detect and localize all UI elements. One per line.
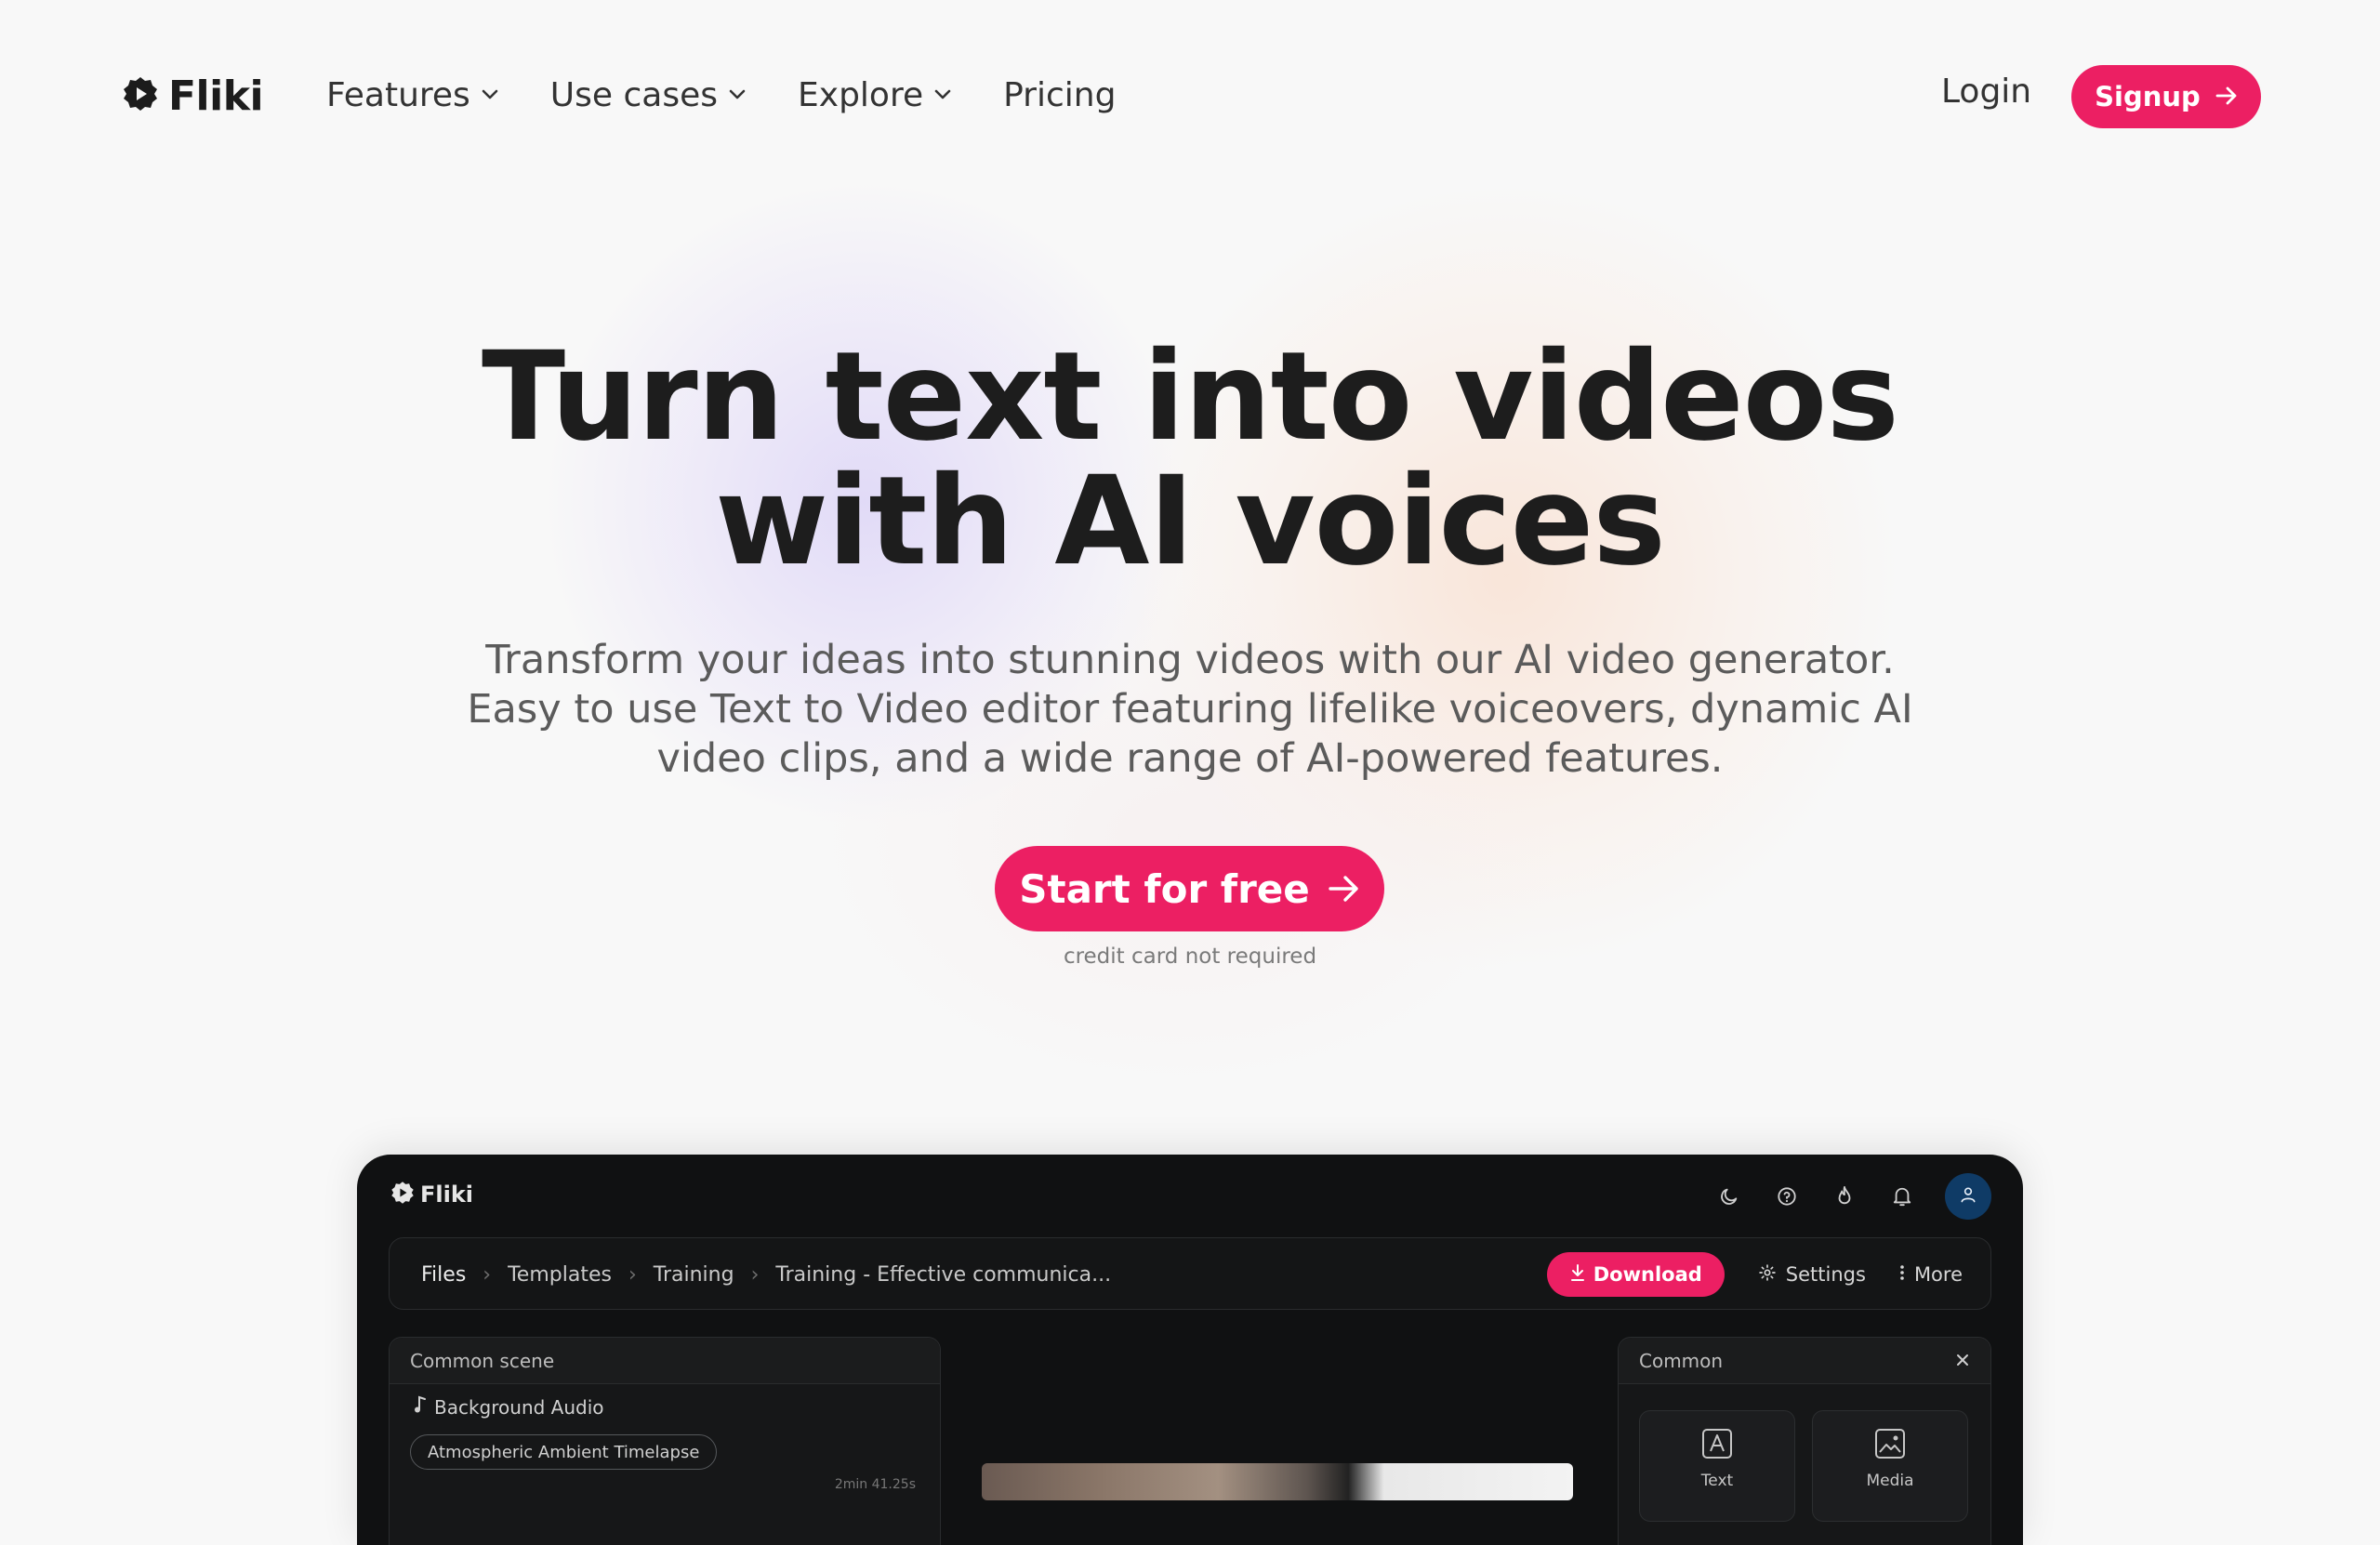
chevron-right-icon: › [483,1262,492,1287]
download-icon [1569,1263,1586,1287]
hero-subtitle: Transform your ideas into stunning video… [446,636,1934,784]
breadcrumb-files[interactable]: Files [421,1263,466,1287]
nav-explore[interactable]: Explore [798,76,951,114]
logo-icon [390,1181,415,1208]
common-scene-title: Common scene [390,1338,940,1384]
chevron-right-icon: › [628,1262,637,1287]
hero-title: Turn text into videos with AI voices [353,335,2027,584]
nav-pricing-label: Pricing [1003,75,1117,114]
breadcrumb-current[interactable]: Training - Effective communica... [775,1263,1111,1287]
user-avatar[interactable] [1945,1173,1991,1220]
more-label: More [1913,1263,1963,1286]
signup-button[interactable]: Signup [2071,65,2261,128]
common-panel: Common Text Media [1618,1337,1991,1545]
text-tile[interactable]: Text [1639,1410,1795,1522]
hero-subtitle-line-3: video clips, and a wide range of AI-powe… [656,735,1724,782]
cta-note: credit card not required [1063,944,1317,969]
nav-use-cases-label: Use cases [549,75,719,114]
text-tile-label: Text [1700,1472,1734,1490]
music-note-icon [414,1395,427,1419]
hero-subtitle-line-2: Easy to use Text to Video editor featuri… [467,686,1913,733]
help-icon[interactable] [1772,1182,1802,1211]
signup-label: Signup [2095,81,2201,112]
media-tile-label: Media [1866,1472,1914,1490]
hero-title-line-1: Turn text into videos [482,325,1899,469]
gear-icon [1758,1263,1777,1287]
arrow-right-icon [1329,866,1360,912]
nav-links: Features Use cases Explore Pricing [326,71,1116,119]
nav-features[interactable]: Features [326,76,498,114]
chevron-down-icon [482,89,498,100]
breadcrumb-training[interactable]: Training [654,1263,734,1287]
common-scene-panel: Common scene Background Audio Atmospheri… [389,1337,941,1545]
breadcrumb: Files › Templates › Training › Training … [421,1238,1111,1311]
video-preview-thumbnail[interactable] [982,1463,1573,1500]
app-logo: Fliki [390,1181,473,1208]
nav-use-cases[interactable]: Use cases [550,76,746,114]
more-vertical-icon [1899,1263,1905,1287]
bell-icon[interactable] [1887,1182,1917,1211]
moon-icon[interactable] [1714,1182,1744,1211]
audio-duration: 2min 41.25s [834,1477,916,1492]
logo-icon [122,75,159,116]
chevron-down-icon [729,89,746,100]
chevron-down-icon [934,89,951,100]
common-tiles: Text Media [1639,1410,1968,1522]
audio-track-chip[interactable]: Atmospheric Ambient Timelapse [410,1434,718,1470]
app-logo-text: Fliki [420,1182,474,1208]
fire-icon[interactable] [1830,1182,1859,1211]
text-icon [1701,1428,1733,1464]
image-icon [1874,1428,1906,1464]
common-panel-title: Common [1639,1349,1724,1372]
nav-explore-label: Explore [798,75,924,114]
logo[interactable]: Fliki [122,72,264,120]
arrow-right-icon [2215,81,2238,112]
settings-button[interactable]: Settings [1758,1263,1866,1287]
user-icon [1959,1185,1977,1208]
download-label: Download [1593,1263,1702,1286]
settings-label: Settings [1785,1263,1866,1286]
breadcrumb-templates[interactable]: Templates [508,1263,612,1287]
media-tile[interactable]: Media [1812,1410,1968,1522]
cta-label: Start for free [1019,865,1310,912]
start-for-free-button[interactable]: Start for free [995,846,1384,931]
nav-pricing[interactable]: Pricing [1003,76,1116,114]
top-nav: Fliki Features Use cases Explore Pricing… [0,0,2380,191]
editor-toolbar: Files › Templates › Training › Training … [389,1237,1991,1310]
close-icon[interactable] [1955,1350,1970,1372]
more-button[interactable]: More [1899,1263,1963,1287]
nav-features-label: Features [326,75,470,114]
app-preview: Fliki Files › Templates › Training › Tra… [357,1155,2023,1545]
app-header-icons [1714,1173,1991,1220]
login-link[interactable]: Login [1941,73,2031,111]
common-panel-header: Common [1619,1338,1990,1384]
background-audio-label: Background Audio [434,1395,604,1419]
toolbar-actions: Download Settings More [1546,1238,1963,1311]
hero-subtitle-line-1: Transform your ideas into stunning video… [485,637,1895,683]
chevron-right-icon: › [750,1262,760,1287]
download-button[interactable]: Download [1546,1252,1725,1297]
background-audio-row[interactable]: Background Audio [414,1395,604,1419]
hero-title-line-2: with AI voices [715,450,1666,593]
logo-text: Fliki [168,72,264,120]
